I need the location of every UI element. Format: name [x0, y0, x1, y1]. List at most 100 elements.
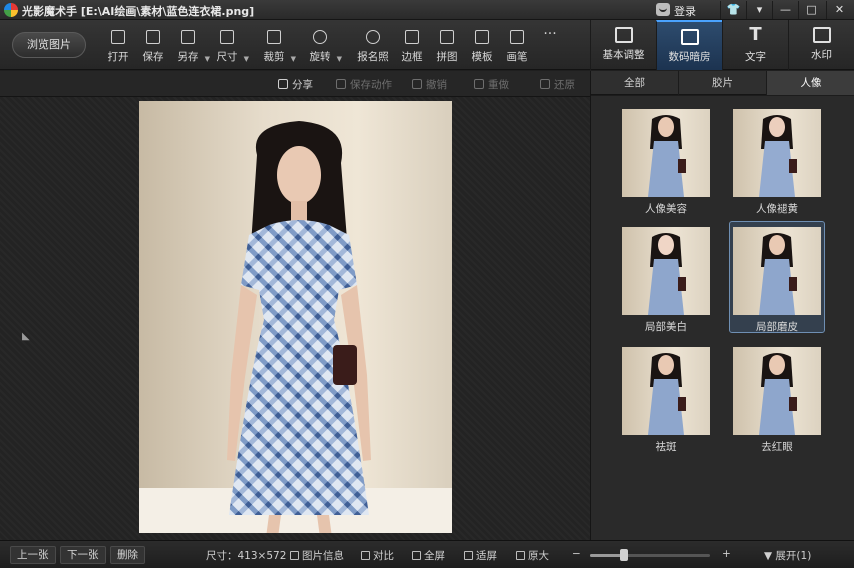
- more-tools-button[interactable]: ···: [532, 27, 568, 65]
- skin-button[interactable]: 👕: [720, 1, 746, 19]
- zoom-slider[interactable]: [590, 549, 710, 561]
- open-label: 打开: [107, 51, 129, 63]
- effect-label: 人像褪黄: [756, 203, 798, 215]
- image-info-button[interactable]: 图片信息: [290, 548, 344, 563]
- menu-button[interactable]: ▾: [746, 1, 772, 19]
- crop-icon: [267, 30, 281, 44]
- darkroom-icon: [680, 29, 699, 45]
- close-button[interactable]: ✕: [826, 1, 852, 19]
- effect-label: 人像美容: [645, 203, 687, 215]
- resize-icon: [220, 30, 234, 44]
- effect-thumbnail: [733, 347, 821, 435]
- resize-button[interactable]: 尺寸 ▼: [209, 27, 249, 65]
- effect-label: 祛斑: [655, 441, 677, 453]
- image-info-label: 图片信息: [302, 550, 344, 562]
- tab-watermark[interactable]: 水印: [788, 20, 854, 70]
- rotate-icon: [313, 30, 327, 44]
- delete-button[interactable]: 删除: [110, 546, 145, 564]
- tab-basic-adjust[interactable]: 基本调整: [590, 20, 656, 70]
- effect-thumbnail: [622, 227, 710, 315]
- login-icon[interactable]: [656, 3, 670, 16]
- effect-red-eye[interactable]: 去红眼: [729, 341, 825, 453]
- fullscreen-button[interactable]: 全屏: [412, 548, 445, 563]
- effect-portrait-deyellow[interactable]: 人像褪黄: [729, 103, 825, 215]
- collage-button[interactable]: 拼图: [429, 27, 465, 65]
- title-bar: 光影魔术手 [E:\AI绘画\素材\蓝色连衣裙.png] 登录 👕 ▾ — □ …: [0, 0, 854, 20]
- fullscreen-label: 全屏: [424, 550, 445, 562]
- effect-label: 局部美白: [645, 321, 687, 333]
- login-button[interactable]: 登录: [674, 3, 696, 19]
- text-icon: T: [749, 24, 762, 45]
- zoom-out-button[interactable]: −: [572, 548, 581, 560]
- browse-images-button[interactable]: 浏览图片: [12, 32, 86, 58]
- effect-local-whitening[interactable]: 局部美白: [618, 221, 714, 333]
- redo-label: 重做: [488, 79, 509, 91]
- id-photo-button[interactable]: 报名照: [355, 27, 391, 65]
- tab-portrait[interactable]: 人像: [767, 71, 854, 95]
- effect-thumbnail: [622, 347, 710, 435]
- fullscreen-icon: [412, 551, 421, 560]
- next-image-button[interactable]: 下一张: [60, 546, 106, 564]
- effect-thumbnail: [733, 109, 821, 197]
- tab-darkroom[interactable]: 数码暗房: [656, 20, 722, 70]
- crop-label: 裁剪: [263, 51, 285, 63]
- template-button[interactable]: 模板: [464, 27, 500, 65]
- compare-button[interactable]: 对比: [361, 548, 394, 563]
- brush-button[interactable]: 画笔: [499, 27, 535, 65]
- id-photo-icon: [366, 30, 380, 44]
- fit-screen-button[interactable]: 适屏: [464, 548, 497, 563]
- collage-label: 拼图: [436, 51, 458, 63]
- frame-button[interactable]: 边框: [394, 27, 430, 65]
- minimize-button[interactable]: —: [772, 1, 798, 19]
- restore-button[interactable]: 还原: [540, 77, 575, 92]
- effect-label: 局部磨皮: [756, 321, 798, 333]
- panel-divider: [591, 95, 854, 96]
- fit-screen-label: 适屏: [476, 550, 497, 562]
- save-action-button[interactable]: 保存动作: [336, 77, 392, 92]
- save-as-button[interactable]: 另存 ▼: [170, 27, 210, 65]
- effect-portrait-beauty[interactable]: 人像美容: [618, 103, 714, 215]
- prev-image-button[interactable]: 上一张: [10, 546, 56, 564]
- main-toolbar: 浏览图片 打开 保存 另存 ▼ 尺寸 ▼ 裁剪 ▼ 旋转 ▼ 报名照 边框 拼图: [0, 20, 854, 70]
- compare-icon: [361, 551, 370, 560]
- original-size-label: 原大: [528, 550, 549, 562]
- original-size-button[interactable]: 原大: [516, 548, 549, 563]
- expand-filmstrip-button[interactable]: ▼ 展开(1): [764, 548, 811, 563]
- redo-button[interactable]: 重做: [474, 77, 509, 92]
- restore-icon: [540, 79, 550, 89]
- brush-label: 画笔: [506, 51, 528, 63]
- tab-darkroom-label: 数码暗房: [668, 51, 711, 63]
- tab-all[interactable]: 全部: [591, 71, 679, 95]
- basic-adjust-icon: [614, 27, 633, 43]
- original-size-icon: [516, 551, 525, 560]
- rotate-label: 旋转: [309, 51, 331, 63]
- maximize-button[interactable]: □: [798, 1, 824, 19]
- model-figure: [227, 121, 371, 533]
- open-button[interactable]: 打开: [100, 27, 136, 65]
- undo-label: 撤销: [426, 79, 447, 91]
- effect-local-smoothing[interactable]: 局部磨皮: [729, 221, 825, 333]
- status-bar: 上一张 下一张 删除 尺寸：413×572 图片信息 对比 全屏 适屏 原大 −…: [0, 540, 854, 568]
- chevron-down-icon[interactable]: ▼: [291, 55, 296, 63]
- pan-arrow-icon[interactable]: ◣: [22, 331, 30, 342]
- tab-watermark-label: 水印: [811, 49, 832, 61]
- fit-screen-icon: [464, 551, 473, 560]
- tab-text[interactable]: T 文字: [722, 20, 788, 70]
- restore-label: 还原: [554, 79, 575, 91]
- image-canvas[interactable]: ◣: [0, 97, 590, 540]
- undo-button[interactable]: 撤销: [412, 77, 447, 92]
- share-button[interactable]: 分享: [278, 77, 313, 92]
- effect-spot-removal[interactable]: 祛斑: [618, 341, 714, 453]
- chevron-down-icon[interactable]: ▼: [337, 55, 342, 63]
- tab-film[interactable]: 胶片: [679, 71, 767, 95]
- zoom-in-button[interactable]: +: [722, 548, 731, 560]
- crop-button[interactable]: 裁剪 ▼: [256, 27, 296, 65]
- save-icon: [146, 30, 160, 44]
- zoom-slider-thumb[interactable]: [619, 549, 628, 561]
- save-as-icon: [181, 30, 195, 44]
- rotate-button[interactable]: 旋转 ▼: [302, 27, 342, 65]
- chevron-down-icon[interactable]: ▼: [244, 55, 249, 63]
- share-label: 分享: [292, 79, 313, 91]
- share-icon: [278, 79, 288, 89]
- save-button[interactable]: 保存: [135, 27, 171, 65]
